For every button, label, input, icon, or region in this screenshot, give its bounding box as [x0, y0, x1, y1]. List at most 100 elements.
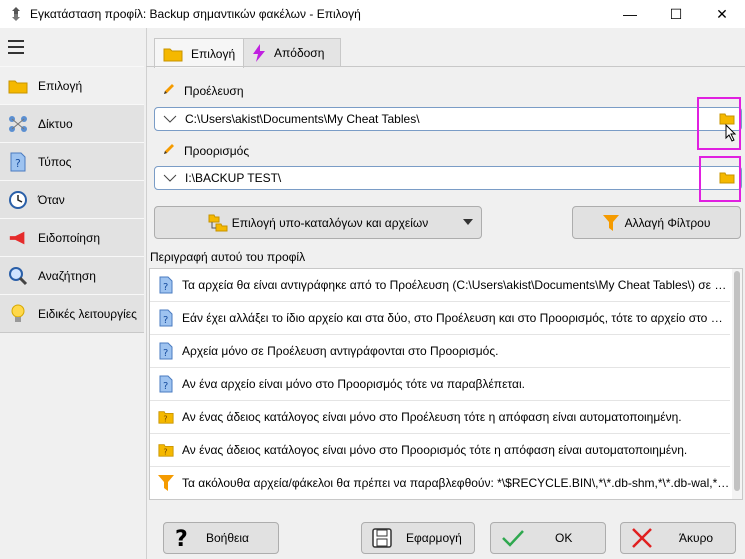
folder-icon — [163, 46, 183, 62]
megaphone-icon — [8, 228, 28, 248]
list-item-text: Τα αρχεία θα είναι αντιγράφηκε από το Πρ… — [182, 278, 730, 292]
folder-tree-icon — [208, 214, 228, 232]
help-label: Βοήθεια — [206, 531, 249, 545]
list-item-text: Εάν έχει αλλάξει το ίδιο αρχείο και στα … — [182, 311, 730, 325]
apply-label: Εφαρμογή — [406, 531, 462, 545]
highlight-box — [699, 156, 741, 202]
svg-text:?: ? — [163, 315, 168, 326]
title-bar: Εγκατάσταση προφίλ: Backup σημαντικών φα… — [0, 0, 745, 28]
sidebar-item-search[interactable]: Αναζήτηση — [0, 256, 144, 295]
ok-label: OK — [555, 531, 573, 545]
hamburger-menu-icon[interactable] — [8, 40, 24, 54]
description-list[interactable]: ? Τα αρχεία θα είναι αντιγράφηκε από το … — [149, 268, 743, 500]
chevron-down-icon[interactable] — [163, 112, 177, 126]
list-item-text: Αν ένα αρχείο είναι μόνο στο Προορισμός … — [182, 377, 525, 391]
destination-path-input[interactable]: I:\BACKUP TEST\ — [154, 166, 742, 190]
filter-icon — [602, 214, 619, 232]
svg-text:?: ? — [15, 157, 21, 170]
sidebar-item-label: Τύπος — [38, 154, 72, 169]
tab-performance[interactable]: Απόδοση — [243, 38, 341, 67]
folder-question-icon: ? — [158, 442, 174, 458]
question-mark-icon: ? — [174, 527, 192, 549]
list-scrollbar[interactable] — [732, 269, 742, 499]
document-question-icon: ? — [158, 342, 174, 360]
list-item-text: Τα ακόλουθα αρχεία/φάκελοι θα πρέπει να … — [182, 476, 730, 490]
sidebar-item-label: Δίκτυο — [38, 116, 73, 131]
destination-label-row: Προορισμός — [162, 142, 249, 159]
lightning-icon — [252, 44, 266, 62]
select-subfolders-label: Επιλογή υπο-καταλόγων και αρχείων — [231, 215, 429, 230]
dropdown-arrow-icon — [463, 219, 473, 225]
clock-icon — [8, 190, 28, 210]
window-title: Εγκατάσταση προφίλ: Backup σημαντικών φα… — [30, 7, 361, 21]
help-button[interactable]: ? Βοήθεια — [163, 522, 279, 554]
change-filter-button[interactable]: Αλλαγή Φίλτρου — [572, 206, 741, 239]
tab-label: Απόδοση — [274, 46, 325, 60]
source-path-value: C:\Users\akist\Documents\My Cheat Tables… — [185, 112, 420, 126]
mouse-cursor-icon — [725, 124, 737, 142]
sidebar-item-when[interactable]: Όταν — [0, 180, 144, 219]
document-question-icon: ? — [158, 276, 174, 294]
lightbulb-icon — [8, 304, 28, 324]
cross-icon — [631, 528, 653, 548]
source-label-row: Προέλευση — [162, 82, 244, 99]
list-item-text: Αρχεία μόνο σε Προέλευση αντιγράφονται σ… — [182, 344, 499, 358]
apply-button[interactable]: Εφαρμογή — [361, 522, 475, 554]
list-item[interactable]: ? Αν ένας άδειος κατάλογος είναι μόνο στ… — [150, 401, 730, 434]
sidebar-item-label: Επιλογή — [38, 78, 83, 93]
source-label: Προέλευση — [184, 83, 244, 98]
sidebar-item-label: Αναζήτηση — [38, 268, 96, 283]
maximize-button[interactable]: ☐ — [653, 0, 699, 28]
tab-label: Επιλογή — [191, 46, 236, 61]
pencil-icon — [162, 142, 176, 159]
save-icon — [372, 528, 392, 548]
document-question-icon: ? — [158, 375, 174, 393]
list-item[interactable]: Τα ακόλουθα αρχεία/φάκελοι θα πρέπει να … — [150, 467, 730, 499]
sidebar-item-notification[interactable]: Ειδοποίηση — [0, 218, 144, 257]
list-item[interactable]: ? Εάν έχει αλλάξει το ίδιο αρχείο και στ… — [150, 302, 730, 335]
filter-icon — [158, 474, 174, 492]
sidebar-item-label: Ειδοποίηση — [38, 230, 101, 245]
network-icon — [8, 114, 28, 134]
sidebar-item-network[interactable]: Δίκτυο — [0, 104, 144, 143]
description-label: Περιγραφή αυτού του προφίλ — [150, 250, 306, 264]
cancel-button[interactable]: Άκυρο — [620, 522, 736, 554]
ok-button[interactable]: OK — [490, 522, 606, 554]
document-question-icon: ? — [8, 152, 28, 172]
close-button[interactable]: ✕ — [699, 0, 745, 28]
list-item[interactable]: ? Αρχεία μόνο σε Προέλευση αντιγράφονται… — [150, 335, 730, 368]
list-item[interactable]: ? Αν ένα αρχείο είναι μόνο στο Προορισμό… — [150, 368, 730, 401]
svg-text:?: ? — [175, 527, 188, 549]
svg-text:?: ? — [163, 414, 167, 423]
checkmark-icon — [501, 528, 525, 548]
destination-path-value: I:\BACKUP TEST\ — [185, 171, 282, 185]
tab-selection[interactable]: Επιλογή — [154, 38, 244, 68]
svg-text:?: ? — [163, 381, 168, 392]
document-question-icon: ? — [158, 309, 174, 327]
pencil-icon — [162, 82, 176, 99]
list-item-text: Αν ένας άδειος κατάλογος είναι μόνο στο … — [182, 410, 682, 424]
svg-text:?: ? — [163, 348, 168, 359]
list-item-text: Αν ένας άδειος κατάλογος είναι μόνο στο … — [182, 443, 688, 457]
chevron-down-icon[interactable] — [163, 171, 177, 185]
folder-question-icon: ? — [158, 409, 174, 425]
list-item[interactable]: ? Αν ένας άδειος κατάλογος είναι μόνο στ… — [150, 434, 730, 467]
list-item[interactable]: ? Τα αρχεία θα είναι αντιγράφηκε από το … — [150, 269, 730, 302]
select-subfolders-button[interactable]: Επιλογή υπο-καταλόγων και αρχείων — [154, 206, 482, 239]
sidebar-item-special-functions[interactable]: Ειδικές λειτουργίες — [0, 294, 144, 333]
folder-icon — [8, 76, 28, 96]
sidebar-item-selection[interactable]: Επιλογή — [0, 66, 144, 105]
destination-label: Προορισμός — [184, 143, 250, 158]
change-filter-label: Αλλαγή Φίλτρου — [624, 215, 711, 230]
cancel-label: Άκυρο — [679, 531, 714, 545]
sidebar-item-type[interactable]: ? Τύπος — [0, 142, 144, 181]
svg-text:?: ? — [163, 282, 168, 293]
source-path-input[interactable]: C:\Users\akist\Documents\My Cheat Tables… — [154, 107, 742, 131]
sidebar-item-label: Όταν — [38, 192, 65, 207]
scrollbar-thumb[interactable] — [734, 271, 740, 491]
app-icon — [12, 7, 20, 21]
minimize-button[interactable]: — — [607, 0, 653, 28]
sidebar-item-label: Ειδικές λειτουργίες — [38, 306, 137, 321]
svg-text:?: ? — [163, 447, 167, 456]
magnifier-icon — [8, 266, 28, 286]
